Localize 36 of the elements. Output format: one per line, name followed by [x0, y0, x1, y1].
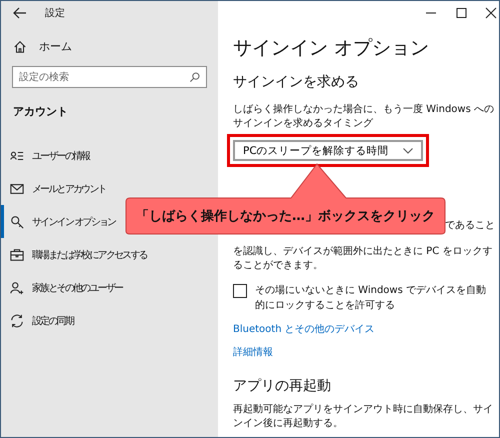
chevron-icon: [402, 148, 413, 154]
checkbox[interactable]: [233, 284, 247, 298]
home-icon[interactable]: [13, 40, 27, 54]
sidebar-item-label: 職場または学校にアクセスする: [32, 248, 147, 262]
window-title: 設定: [45, 6, 65, 20]
sidebar-item-label: 設定の同期: [32, 314, 74, 328]
mail-icon: [10, 182, 24, 196]
checkbox-label: その場にいないときに Windows でデバイスを自動的にロックすることを許可する: [255, 284, 487, 313]
sidebar-item-label: メールとアカウント: [32, 182, 106, 196]
description: を認識し、デバイスが範囲外に出たときに PC をロックすることができます。: [233, 245, 494, 273]
sidebar-item-label: サインイン オプション: [32, 216, 116, 228]
sync-icon: [10, 314, 24, 328]
sidebar-item-label: ユーザーの情報: [32, 150, 90, 162]
back-icon[interactable]: [13, 7, 27, 19]
sidebar-item-label: 家族とその他のユーザー: [32, 282, 122, 294]
sidebar-item[interactable]: 家族とその他のユーザー: [1, 271, 218, 304]
dropdown[interactable]: PCのスリープを解除する時間: [233, 140, 423, 161]
section-heading: サインインを求める: [233, 73, 360, 91]
search-field[interactable]: 設定の検索: [12, 66, 207, 88]
sidebar-item[interactable]: 職場または学校にアクセスする: [1, 238, 218, 271]
link[interactable]: 詳細情報: [233, 345, 273, 359]
description: であること: [445, 219, 495, 233]
callout-tooltip: 「しばらく操作しなかった…」ボックスをクリック: [125, 161, 446, 235]
section-heading: アプリの再起動: [233, 377, 332, 395]
link[interactable]: Bluetooth とその他のデバイス: [233, 322, 375, 336]
section-heading: アカウント: [13, 104, 69, 119]
person-add-icon: [10, 280, 24, 294]
briefcase-icon: [10, 248, 24, 262]
key-icon: [10, 214, 24, 228]
search-icon: [189, 72, 200, 82]
description: しばらく操作しなかった場合に、もう一度 Windows へのサインインを求めるタイミング: [233, 103, 495, 131]
page-title: サインイン オプション: [233, 36, 430, 61]
close-icon[interactable]: [483, 7, 499, 19]
description: 再起動可能なアプリをサインアウト時に自動保存し、サインイン後に再起動する。: [233, 403, 494, 431]
sidebar-item[interactable]: 設定の同期: [1, 304, 218, 337]
home-link[interactable]: ホーム: [39, 39, 72, 54]
